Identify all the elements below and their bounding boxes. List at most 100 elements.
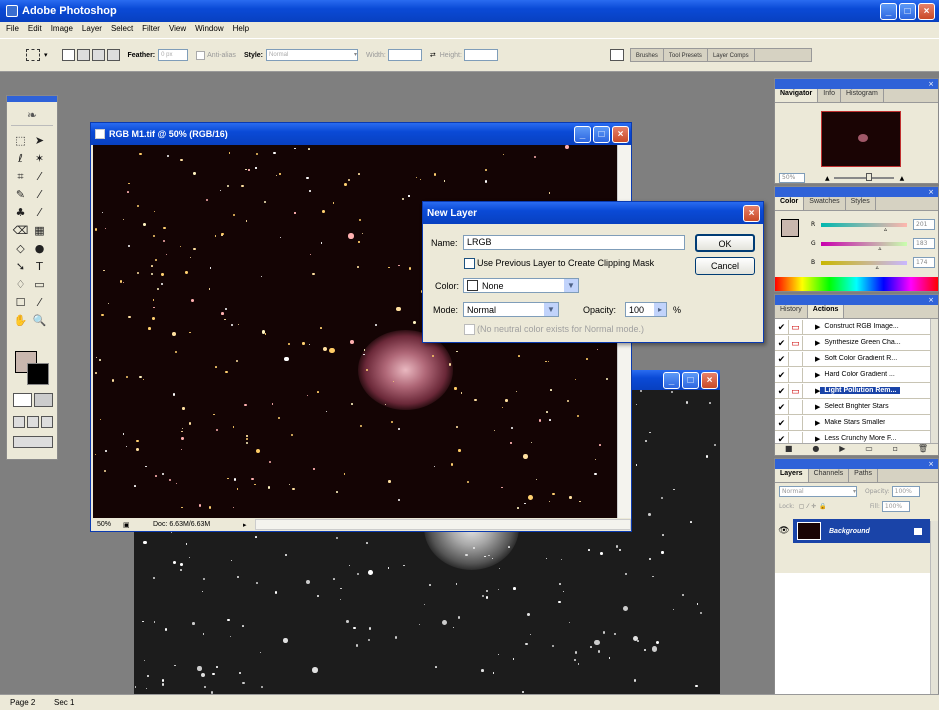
dialog-toggle-icon[interactable] [789,351,803,366]
slider-thumb-icon[interactable]: ▵ [876,264,879,271]
checkmark-icon[interactable]: ✔ [775,415,789,430]
action-item[interactable]: ✔ ▭ ▶ Construct RGB Image... [775,319,930,335]
color-spectrum[interactable] [775,277,938,291]
dialog-close-button[interactable]: × [743,204,760,222]
color-tab-color[interactable]: Color [775,197,805,210]
tool-icon[interactable]: ➤ [30,132,49,150]
trash-icon[interactable]: 🗑 [918,444,928,455]
checkmark-icon[interactable]: ✔ [775,383,789,398]
tool-icon[interactable]: ⌗ [11,168,30,186]
tool-icon[interactable]: ⬚ [11,132,30,150]
jump-to-imageready-icon[interactable] [13,436,53,448]
slider-thumb-icon[interactable]: ▵ [878,245,881,252]
doc-maximize-button[interactable]: □ [593,125,610,143]
tool-icon[interactable]: ▭ [30,276,49,294]
actions-scrollbar[interactable] [930,319,938,443]
luminance-maximize-button[interactable]: □ [682,371,699,389]
new-set-icon[interactable]: ▭ [865,444,873,455]
menu-file[interactable]: File [6,24,19,33]
navigator-thumbnail[interactable] [821,111,901,167]
screen-mode-icon[interactable] [13,416,53,428]
menu-view[interactable]: View [169,24,186,33]
neutral-color-checkbox[interactable] [464,324,475,335]
channel-value-input[interactable]: 183 [913,238,935,249]
color-close-icon[interactable]: × [926,187,936,197]
dialog-title-bar[interactable]: New Layer × [423,202,763,224]
tool-icon[interactable]: ♣ [11,204,30,222]
action-item[interactable]: ✔ ▶ Make Stars Smaller [775,415,930,431]
swap-icon[interactable]: ⇄ [430,51,436,59]
color-tab-swatches[interactable]: Swatches [804,197,846,210]
layers-tab-paths[interactable]: Paths [849,469,879,482]
checkmark-icon[interactable]: ✔ [775,367,789,382]
checkmark-icon[interactable]: ✔ [775,351,789,366]
tool-icon[interactable]: ➘ [11,258,30,276]
dialog-toggle-icon[interactable] [789,415,803,430]
palette-well-icon[interactable] [609,49,624,61]
action-item[interactable]: ✔ ▶ Select Brighter Stars [775,399,930,415]
mode-select[interactable]: Normal ▼ [463,302,559,317]
navigator-grip[interactable]: × [775,79,938,89]
navigator-tab-navigator[interactable]: Navigator [775,89,819,102]
actions-grip[interactable]: × [775,295,938,305]
layer-opacity-input[interactable]: 100% [891,485,920,497]
stop-icon[interactable]: ■ [785,444,793,455]
record-icon[interactable]: ● [812,444,819,455]
color-select[interactable]: None ▼ [463,278,579,293]
well-tab-tool-presets[interactable]: Tool Presets [664,49,708,61]
tool-icon[interactable]: ✶ [30,150,49,168]
height-input[interactable] [463,49,498,61]
style-select[interactable]: Normal ▾ [266,49,358,61]
selection-mode-icons[interactable] [61,49,120,61]
dialog-toggle-icon[interactable] [789,399,803,414]
channel-value-input[interactable]: 174 [913,257,935,268]
tool-icon[interactable]: ⁄ [30,168,49,186]
chevron-down-icon[interactable]: ▾ [44,51,48,59]
action-item[interactable]: ✔ ▶ Soft Color Gradient R... [775,351,930,367]
layers-scrollbar[interactable] [930,521,938,699]
checkmark-icon[interactable]: ✔ [775,319,789,334]
color-fg-swatch[interactable] [781,219,799,237]
layer-row-background[interactable]: 👁 Background [775,519,930,543]
color-grip[interactable]: × [775,187,938,197]
zoom-level[interactable]: 50% [93,521,123,528]
tool-icon[interactable]: T [30,258,49,276]
lock-icons[interactable]: ▢⁄✛🔒 [799,503,830,510]
dialog-toggle-icon[interactable] [789,431,803,443]
slider-thumb-icon[interactable]: ▵ [884,226,887,233]
tool-icon[interactable]: ● [30,240,49,258]
menu-select[interactable]: Select [111,24,133,33]
channel-slider[interactable]: ▵ [821,260,907,270]
maximize-button[interactable]: □ [899,2,916,20]
action-item[interactable]: ✔ ▶ Less Crunchy More F... [775,431,930,443]
blend-mode-select[interactable]: Normal ▾ [779,485,857,497]
tool-icon[interactable]: ◇ [11,240,30,258]
layers-close-icon[interactable]: × [926,459,936,469]
layers-tab-channels[interactable]: Channels [809,469,850,482]
menu-layer[interactable]: Layer [82,24,102,33]
quickmask-icon[interactable] [13,393,53,407]
channel-value-input[interactable]: 201 [913,219,935,230]
clipping-mask-checkbox[interactable] [464,258,475,269]
navigator-tab-info[interactable]: Info [818,89,841,102]
feather-input[interactable]: 0 px [158,49,189,61]
actions-tab-actions[interactable]: Actions [807,305,845,318]
fill-input[interactable]: 100% [881,500,910,512]
doc-minimize-button[interactable]: _ [574,125,591,143]
ok-button[interactable]: OK [695,234,755,252]
tool-icon[interactable]: 🔍 [30,312,49,330]
color-tab-styles[interactable]: Styles [846,197,876,210]
tool-icon[interactable]: ⁄ [30,294,49,312]
dialog-toggle-icon[interactable]: ▭ [789,335,803,350]
actions-tab-history[interactable]: History [775,305,808,318]
toolbox-grip[interactable] [7,96,57,102]
width-input[interactable] [387,49,422,61]
menu-help[interactable]: Help [233,24,249,33]
tool-icon[interactable]: ⌫ [11,222,30,240]
navigator-tab-histogram[interactable]: Histogram [841,89,884,102]
tool-icon[interactable]: ℓ [11,150,30,168]
new-action-icon[interactable]: ▫ [893,444,898,455]
close-button[interactable]: × [918,2,935,20]
menu-filter[interactable]: Filter [142,24,160,33]
marquee-tool-icon[interactable] [26,49,40,61]
